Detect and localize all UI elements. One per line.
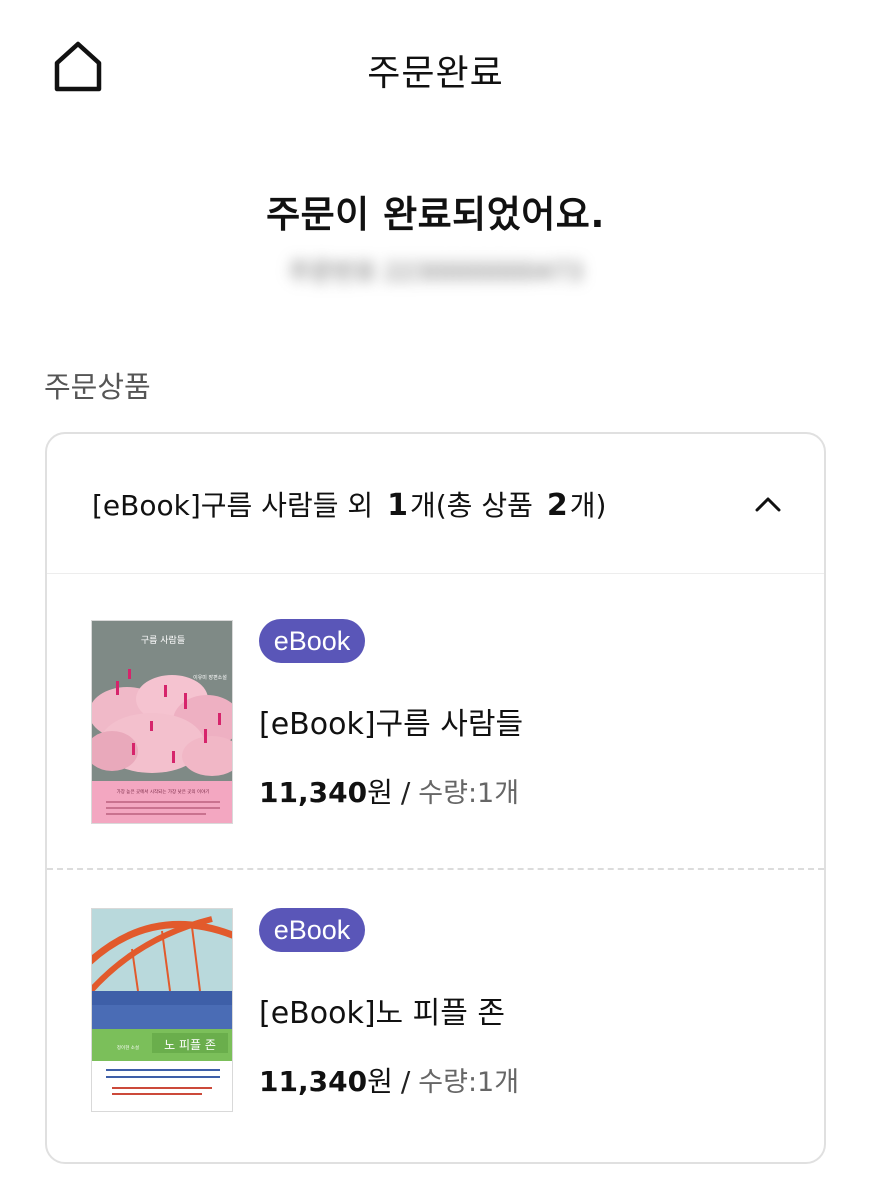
product-title[interactable]: [eBook]노 피플 존 xyxy=(259,988,505,1032)
cover-author: 정이현 소설 xyxy=(117,1044,139,1051)
section-label: 주문상품 xyxy=(44,370,151,404)
order-number: 주문번호 2230000000473 xyxy=(288,258,583,286)
completion-message: 주문이 완료되었어요. xyxy=(266,193,605,236)
price: 11,340 xyxy=(259,1065,368,1098)
price-row: 11,340원 / 수량:1개 xyxy=(259,1060,519,1100)
quantity: 수량:1개 xyxy=(418,778,520,809)
page-title: 주문완료 xyxy=(367,53,504,94)
product-title[interactable]: [eBook]구름 사람들 xyxy=(259,699,523,743)
book-cover-image: 노 피플 존 정이현 소설 xyxy=(91,908,233,1112)
order-item[interactable]: 구름 사람들 이유미 장편소설 가장 높은 곳에서 시작되는 가장 낮은 곳의 … xyxy=(47,575,824,870)
order-summary-toggle[interactable]: [eBook]구름 사람들 외 1개(총 상품 2개) xyxy=(47,434,824,574)
currency-unit: 원 xyxy=(367,1065,393,1098)
ebook-badge: eBook xyxy=(259,908,365,952)
cover-title: 노 피플 존 xyxy=(164,1038,216,1052)
cover-author: 이유미 장편소설 xyxy=(193,674,227,681)
separator: / xyxy=(400,776,411,809)
separator: / xyxy=(400,1065,411,1098)
header: 주문완료 xyxy=(0,0,871,140)
chevron-up-icon xyxy=(755,497,781,512)
cover-art-clouds: 구름 사람들 이유미 장편소설 가장 높은 곳에서 시작되는 가장 낮은 곳의 … xyxy=(92,621,232,823)
cover-art-bridge: 노 피플 존 정이현 소설 xyxy=(92,909,232,1111)
order-summary: [eBook]구름 사람들 외 1개(총 상품 2개) xyxy=(92,484,606,524)
book-cover-image: 구름 사람들 이유미 장편소설 가장 높은 곳에서 시작되는 가장 낮은 곳의 … xyxy=(91,620,233,824)
order-item[interactable]: 노 피플 존 정이현 소설 eBook [eBook]노 피플 존 11,340… xyxy=(47,870,824,1162)
summary-extra-count: 1 xyxy=(387,488,408,523)
price: 11,340 xyxy=(259,776,368,809)
cover-tagline: 가장 높은 곳에서 시작되는 가장 낮은 곳의 이야기 xyxy=(117,788,210,795)
cover-title: 구름 사람들 xyxy=(141,634,185,646)
summary-extra-unit: 개(총 상품 xyxy=(410,489,533,522)
order-items-card: [eBook]구름 사람들 외 1개(총 상품 2개) 구름 사람들 이유미 장… xyxy=(45,432,826,1164)
ebook-badge: eBook xyxy=(259,619,365,663)
quantity: 수량:1개 xyxy=(418,1067,520,1098)
summary-total-count: 2 xyxy=(546,488,568,523)
currency-unit: 원 xyxy=(367,776,393,809)
order-complete-page: 주문완료 주문이 완료되었어요. 주문번호 2230000000473 주문상품… xyxy=(0,0,871,1200)
price-row: 11,340원 / 수량:1개 xyxy=(259,771,519,811)
collapse-button[interactable] xyxy=(752,488,784,520)
summary-prefix: [eBook]구름 사람들 외 xyxy=(92,489,374,522)
summary-total-unit: 개) xyxy=(569,489,607,522)
